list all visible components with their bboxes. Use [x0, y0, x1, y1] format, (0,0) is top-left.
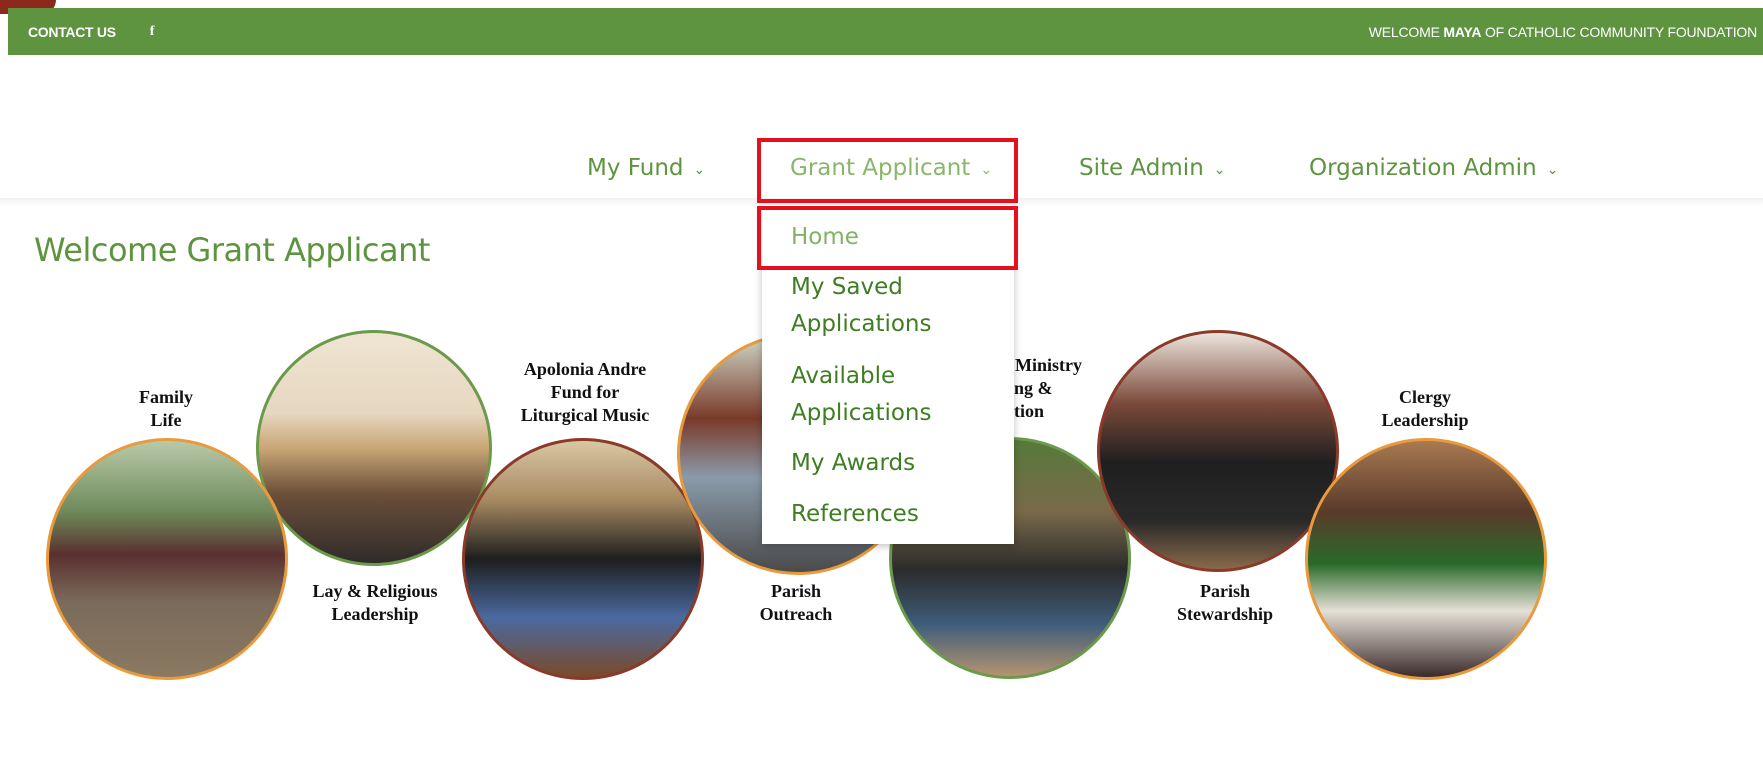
- page-title: Welcome Grant Applicant: [34, 231, 430, 269]
- my-saved-line-1: My Saved: [791, 274, 903, 300]
- nav-organization-admin-label: Organization Admin: [1309, 155, 1537, 181]
- chevron-down-icon: ⌄: [1546, 162, 1559, 178]
- menu-item-available-applications[interactable]: Available Applications: [791, 358, 1006, 432]
- nav-grant-applicant-label: Grant Applicant: [790, 155, 971, 181]
- nav-site-admin-label: Site Admin: [1079, 155, 1204, 181]
- ministry-line-2: ing &: [1009, 378, 1053, 398]
- clergy-leadership-photo[interactable]: [1305, 438, 1547, 680]
- available-line-2: Applications: [791, 400, 932, 426]
- facebook-icon[interactable]: f: [150, 24, 155, 40]
- family-life-caption: Family Life: [131, 386, 201, 432]
- nav-grant-applicant[interactable]: Grant Applicant ⌄: [790, 148, 992, 188]
- apolonia-line-1: Apolonia Andre: [523, 359, 647, 379]
- parish-outreach-caption: Parish Outreach: [746, 580, 846, 626]
- welcome-user-text: WELCOME MAYA OF CATHOLIC COMMUNITY FOUND…: [1369, 24, 1757, 40]
- apolonia-line-2: Fund for: [550, 382, 620, 402]
- outreach-line-1: Parish: [770, 581, 821, 601]
- nav-my-fund[interactable]: My Fund ⌄: [587, 148, 705, 188]
- stewardship-line-2: Stewardship: [1176, 604, 1274, 624]
- stewardship-caption: Parish Stewardship: [1160, 580, 1290, 626]
- chevron-down-icon: ⌄: [1213, 162, 1226, 178]
- outreach-line-2: Outreach: [759, 604, 833, 624]
- lay-religious-caption: Lay & Religious Leadership: [290, 580, 460, 626]
- welcome-prefix: WELCOME: [1368, 23, 1444, 40]
- welcome-org: OF CATHOLIC COMMUNITY FOUNDATION: [1481, 23, 1757, 40]
- menu-item-my-awards[interactable]: My Awards: [791, 445, 1006, 482]
- top-bar-left: CONTACT US f: [28, 24, 154, 40]
- lay-religious-line-1: Lay & Religious: [312, 581, 438, 601]
- welcome-user-name: MAYA: [1443, 23, 1482, 40]
- lay-religious-line-2: Leadership: [331, 604, 419, 624]
- nav-site-admin[interactable]: Site Admin ⌄: [1079, 148, 1226, 188]
- ministry-line-1: Ministry: [1015, 355, 1082, 375]
- apolonia-fund-photo[interactable]: [462, 438, 704, 680]
- contact-us-link[interactable]: CONTACT US: [28, 24, 116, 40]
- chevron-down-icon: ⌄: [980, 162, 993, 178]
- clergy-line-1: Clergy: [1399, 387, 1451, 407]
- family-life-line-2: Life: [150, 410, 182, 430]
- menu-item-my-saved-applications[interactable]: My Saved Applications: [791, 269, 1006, 343]
- stewardship-photo[interactable]: [1097, 330, 1339, 572]
- top-bar: CONTACT US f WELCOME MAYA OF CATHOLIC CO…: [8, 8, 1763, 55]
- ministry-line-3: ation: [1005, 401, 1045, 421]
- lay-religious-photo[interactable]: [256, 330, 492, 566]
- apolonia-fund-caption: Apolonia Andre Fund for Liturgical Music: [500, 358, 670, 427]
- clergy-caption: Clergy Leadership: [1365, 386, 1485, 432]
- menu-item-home[interactable]: Home: [791, 219, 1006, 256]
- family-life-line-1: Family: [139, 387, 193, 407]
- menu-item-references[interactable]: References: [791, 496, 1006, 533]
- clergy-line-2: Leadership: [1381, 410, 1469, 430]
- ministry-caption: Ministry ing & ation: [1005, 354, 1115, 423]
- apolonia-line-3: Liturgical Music: [520, 405, 650, 425]
- grant-applicant-dropdown: Home My Saved Applications Available App…: [762, 205, 1014, 544]
- nav-organization-admin[interactable]: Organization Admin ⌄: [1309, 148, 1558, 188]
- available-line-1: Available: [791, 363, 896, 389]
- nav-my-fund-label: My Fund: [587, 155, 684, 181]
- chevron-down-icon: ⌄: [693, 162, 706, 178]
- my-saved-line-2: Applications: [791, 311, 932, 337]
- stewardship-line-1: Parish: [1199, 581, 1250, 601]
- family-life-photo[interactable]: [46, 438, 288, 680]
